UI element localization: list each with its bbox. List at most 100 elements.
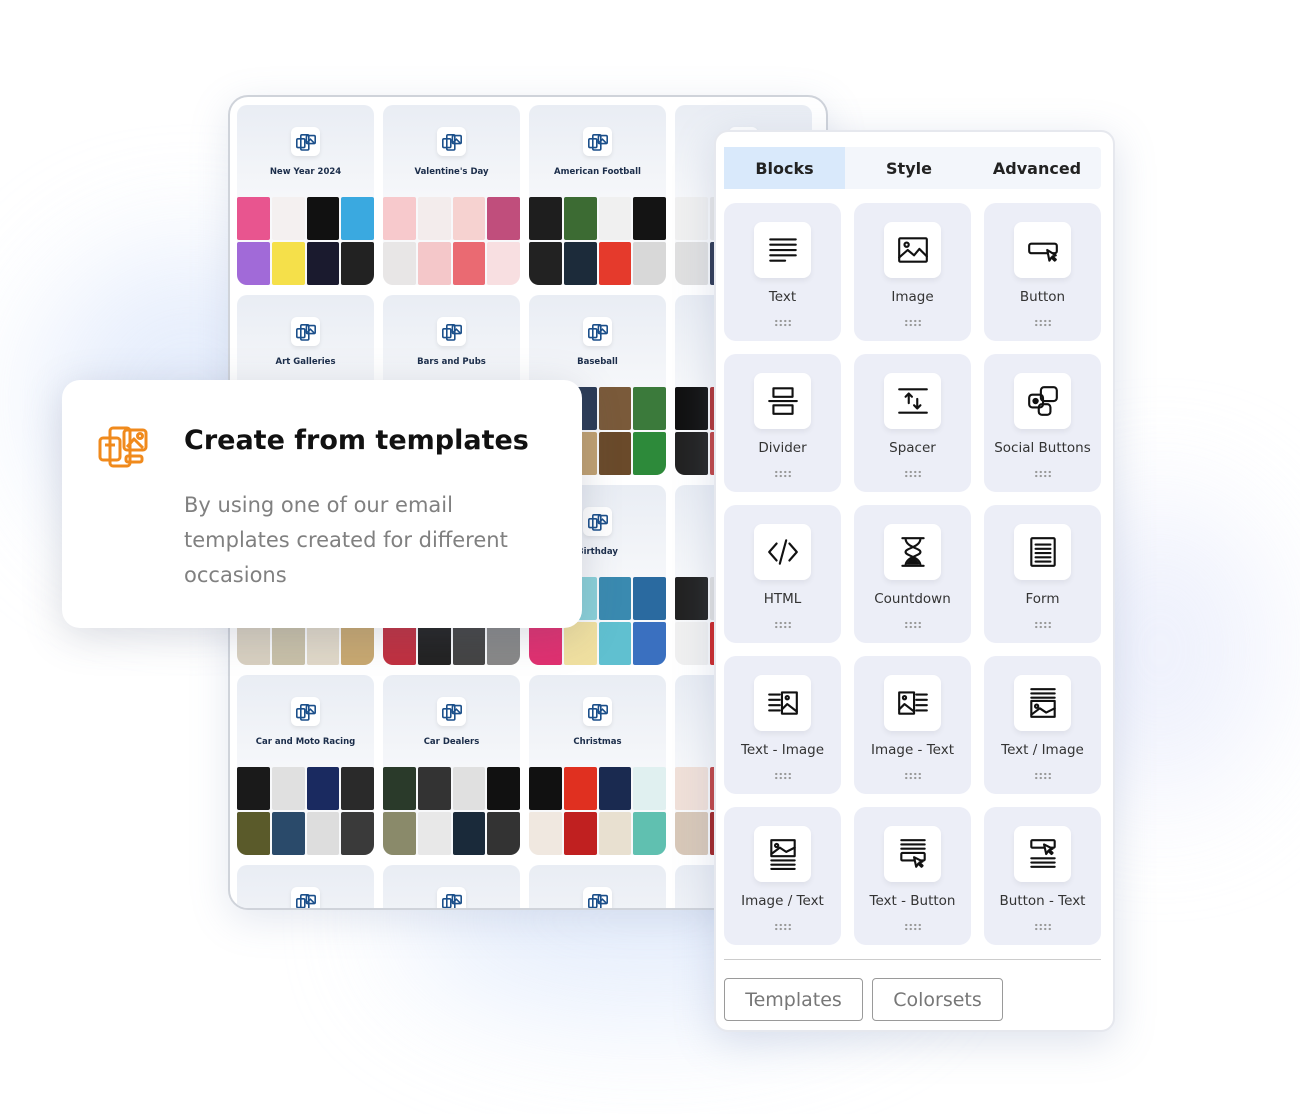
drag-handle-icon[interactable]: [774, 772, 792, 780]
drag-handle-icon[interactable]: [1034, 319, 1052, 327]
template-card[interactable]: Valentine's Day: [383, 105, 520, 285]
template-thumbnail: [529, 767, 562, 810]
block-label: Image - Text: [870, 742, 955, 758]
template-thumbnail: [487, 812, 520, 855]
drag-handle-icon[interactable]: [1034, 772, 1052, 780]
template-thumbnail: [452, 242, 486, 285]
template-thumbnail: [452, 767, 486, 810]
template-card[interactable]: Car and Moto Racing: [237, 675, 374, 855]
template-label: Baseball: [577, 357, 618, 367]
form-icon: [1014, 524, 1071, 580]
template-thumbnail: [341, 197, 374, 240]
block-label: Button - Text: [999, 893, 1086, 909]
template-thumbnail: [487, 197, 520, 240]
template-thumbnail: [383, 812, 416, 855]
block-label: Text / Image: [1001, 742, 1084, 758]
template-thumbnail: [598, 387, 632, 430]
template-label: Christmas: [573, 737, 622, 747]
block-html[interactable]: HTML: [724, 505, 841, 643]
tab-blocks[interactable]: Blocks: [724, 147, 845, 189]
block-label: Spacer: [889, 440, 936, 456]
drag-handle-icon[interactable]: [774, 621, 792, 629]
block-social-buttons[interactable]: Social Buttons: [984, 354, 1101, 492]
callout-description: By using one of our email templates crea…: [184, 493, 508, 587]
block-text-button[interactable]: Text - Button: [854, 807, 971, 945]
drag-handle-icon[interactable]: [904, 923, 922, 931]
template-thumbnail: [598, 767, 632, 810]
template-thumbnail: [675, 387, 708, 430]
drag-handle-icon[interactable]: [1034, 470, 1052, 478]
block-divider[interactable]: Divider: [724, 354, 841, 492]
drag-handle-icon[interactable]: [904, 319, 922, 327]
template-label: Car and Moto Racing: [255, 737, 356, 747]
template-icon: [583, 507, 612, 536]
template-thumbnail: [417, 197, 451, 240]
template-icon: [583, 127, 612, 156]
template-thumbnail: [237, 622, 270, 665]
block-countdown[interactable]: Countdown: [854, 505, 971, 643]
block-label: HTML: [763, 591, 802, 607]
template-card[interactable]: New Year 2024: [237, 105, 374, 285]
template-thumbnail: [633, 622, 666, 665]
drag-handle-icon[interactable]: [1034, 923, 1052, 931]
block-image-text[interactable]: Image / Text: [724, 807, 841, 945]
templates-button[interactable]: Templates: [724, 978, 863, 1021]
block-text[interactable]: Text: [724, 203, 841, 341]
template-thumbnail: [271, 767, 305, 810]
drag-handle-icon[interactable]: [904, 621, 922, 629]
drag-handle-icon[interactable]: [774, 470, 792, 478]
template-card[interactable]: [529, 865, 666, 908]
template-card[interactable]: Christmas: [529, 675, 666, 855]
template-card[interactable]: Car Dealers: [383, 675, 520, 855]
tab-advanced[interactable]: Advanced: [973, 147, 1101, 189]
template-card[interactable]: American Football: [529, 105, 666, 285]
colorsets-button[interactable]: Colorsets: [872, 978, 1003, 1021]
social-buttons-icon: [1014, 373, 1071, 429]
template-thumbnail: [237, 242, 270, 285]
block-form[interactable]: Form: [984, 505, 1101, 643]
button-cursor-icon: [1014, 222, 1071, 278]
block-label: Text - Image: [740, 742, 825, 758]
drag-handle-icon[interactable]: [904, 470, 922, 478]
block-text-image[interactable]: Text / Image: [984, 656, 1101, 794]
template-thumbnail: [237, 812, 270, 855]
template-thumbnail: [598, 432, 632, 475]
block-button[interactable]: Button: [984, 203, 1101, 341]
template-thumbnail: [341, 767, 374, 810]
template-thumbnail: [487, 767, 520, 810]
template-card[interactable]: [237, 865, 374, 908]
template-thumbnail: [598, 812, 632, 855]
block-text-image[interactable]: Text - Image: [724, 656, 841, 794]
template-thumbnail: [675, 577, 708, 620]
drag-handle-icon[interactable]: [774, 319, 792, 327]
template-label: American Football: [554, 167, 641, 177]
template-thumbnail: [675, 812, 708, 855]
template-icon: [437, 317, 466, 346]
template-thumbnail: [271, 197, 305, 240]
template-thumbnail: [633, 812, 666, 855]
template-thumbnail: [487, 242, 520, 285]
divider-line: [724, 959, 1101, 960]
template-thumbnail: [306, 197, 340, 240]
template-thumbnail: [383, 622, 416, 665]
block-spacer[interactable]: Spacer: [854, 354, 971, 492]
template-thumbnails: [529, 197, 666, 285]
template-thumbnails: [529, 767, 666, 855]
drag-handle-icon[interactable]: [774, 923, 792, 931]
template-icon: [583, 887, 612, 908]
block-image-text[interactable]: Image - Text: [854, 656, 971, 794]
block-image[interactable]: Image: [854, 203, 971, 341]
text-lines-icon: [754, 222, 811, 278]
drag-handle-icon[interactable]: [1034, 621, 1052, 629]
tab-style[interactable]: Style: [845, 147, 973, 189]
template-thumbnail: [633, 197, 666, 240]
block-button-text[interactable]: Button - Text: [984, 807, 1101, 945]
template-card[interactable]: [383, 865, 520, 908]
image-text-icon: [884, 675, 941, 731]
template-thumbnail: [598, 242, 632, 285]
create-from-templates-card[interactable]: Create from templates By using one of ou…: [62, 380, 582, 628]
callout-title: Create from templates: [184, 425, 529, 456]
template-thumbnail: [452, 622, 486, 665]
drag-handle-icon[interactable]: [904, 772, 922, 780]
divider-icon: [754, 373, 811, 429]
